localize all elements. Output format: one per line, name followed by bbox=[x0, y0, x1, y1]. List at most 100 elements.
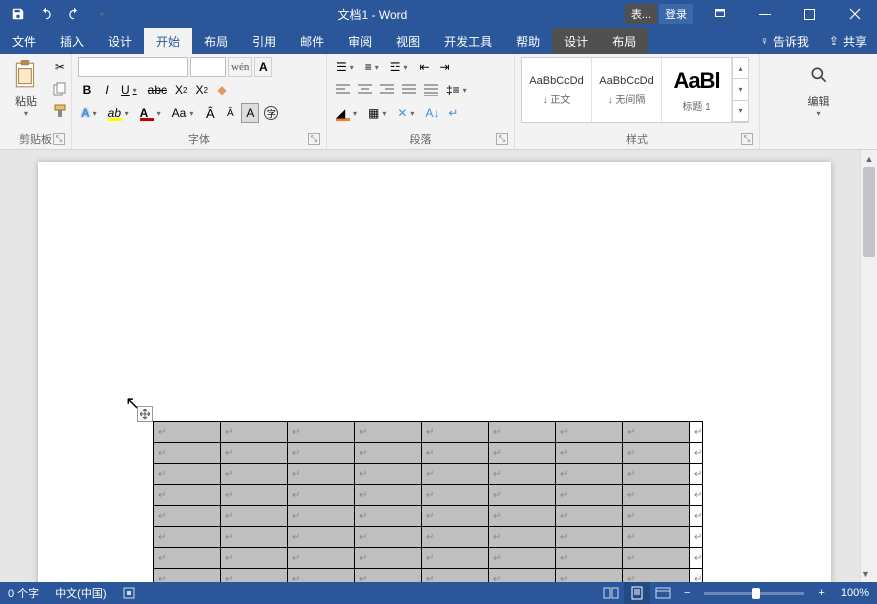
table-move-handle[interactable] bbox=[137, 406, 153, 422]
table-cell[interactable]: ↵ bbox=[288, 464, 355, 485]
char-border[interactable]: A bbox=[241, 103, 259, 123]
bullets[interactable]: ☰ bbox=[333, 57, 360, 77]
view-web[interactable] bbox=[650, 582, 676, 604]
table-cell[interactable]: ↵ bbox=[690, 506, 703, 527]
table-cell[interactable]: ↵ bbox=[623, 464, 690, 485]
table-cell[interactable]: ↵ bbox=[288, 569, 355, 583]
table-cell[interactable]: ↵ bbox=[288, 422, 355, 443]
table-cell[interactable]: ↵ bbox=[154, 548, 221, 569]
tab-devtools[interactable]: 开发工具 bbox=[432, 28, 504, 54]
sort[interactable]: A↓ bbox=[422, 103, 442, 123]
table-cell[interactable]: ↵ bbox=[355, 422, 422, 443]
table-cell[interactable]: ↵ bbox=[154, 527, 221, 548]
table-cell[interactable]: ↵ bbox=[556, 464, 623, 485]
maximize-button[interactable] bbox=[787, 0, 832, 28]
font-name-combo[interactable] bbox=[78, 57, 188, 77]
table-cell[interactable]: ↵ bbox=[154, 422, 221, 443]
table-cell[interactable]: ↵ bbox=[690, 443, 703, 464]
tell-me[interactable]: ♀告诉我 bbox=[750, 28, 819, 54]
table-cell[interactable]: ↵ bbox=[623, 422, 690, 443]
tab-mailings[interactable]: 邮件 bbox=[288, 28, 336, 54]
zoom-level[interactable]: 100% bbox=[833, 587, 877, 599]
table-cell[interactable]: ↵ bbox=[556, 506, 623, 527]
table-cell[interactable]: ↵ bbox=[288, 443, 355, 464]
table-cell[interactable]: ↵ bbox=[690, 548, 703, 569]
superscript-button[interactable]: X2 bbox=[193, 80, 211, 100]
table-cell[interactable]: ↵ bbox=[355, 569, 422, 583]
scroll-up[interactable]: ▲ bbox=[861, 150, 877, 167]
share-button[interactable]: ⇪共享 bbox=[819, 28, 877, 54]
table-cell[interactable]: ↵ bbox=[422, 485, 489, 506]
table-cell[interactable]: ↵ bbox=[690, 464, 703, 485]
table-cell[interactable]: ↵ bbox=[221, 422, 288, 443]
zoom-slider[interactable] bbox=[704, 592, 804, 595]
table-cell[interactable]: ↵ bbox=[489, 569, 556, 583]
font-shrink-a[interactable]: Ǎ bbox=[221, 103, 239, 123]
table-cell[interactable]: ↵ bbox=[556, 527, 623, 548]
table-cell[interactable]: ↵ bbox=[154, 464, 221, 485]
table-cell[interactable]: ↵ bbox=[355, 548, 422, 569]
tab-view[interactable]: 视图 bbox=[384, 28, 432, 54]
table-cell[interactable]: ↵ bbox=[623, 527, 690, 548]
align-justify[interactable] bbox=[399, 80, 419, 100]
table-cell[interactable]: ↵ bbox=[288, 527, 355, 548]
grow-font[interactable]: wén bbox=[228, 57, 252, 77]
table-cell[interactable]: ↵ bbox=[489, 506, 556, 527]
save-button[interactable] bbox=[4, 0, 32, 28]
table-cell[interactable]: ↵ bbox=[489, 464, 556, 485]
table-cell[interactable]: ↵ bbox=[355, 464, 422, 485]
multilevel[interactable]: ☲ bbox=[387, 57, 414, 77]
table-cell[interactable]: ↵ bbox=[489, 548, 556, 569]
table-cell[interactable]: ↵ bbox=[422, 527, 489, 548]
tab-table-layout[interactable]: 布局 bbox=[600, 28, 648, 54]
table-cell[interactable]: ↵ bbox=[355, 527, 422, 548]
table-cell[interactable]: ↵ bbox=[422, 569, 489, 583]
redo-button[interactable] bbox=[60, 0, 88, 28]
minimize-button[interactable] bbox=[742, 0, 787, 28]
paste-button[interactable]: 粘贴 bbox=[6, 57, 46, 120]
table-cell[interactable]: ↵ bbox=[556, 422, 623, 443]
style-item[interactable]: AaBbCcDd↓ 无间隔 bbox=[592, 58, 662, 122]
table-cell[interactable]: ↵ bbox=[154, 569, 221, 583]
table-cell[interactable]: ↵ bbox=[288, 485, 355, 506]
view-read[interactable] bbox=[598, 582, 624, 604]
table-cell[interactable]: ↵ bbox=[355, 443, 422, 464]
tab-insert[interactable]: 插入 bbox=[48, 28, 96, 54]
clipboard-launcher[interactable]: ⤡ bbox=[53, 133, 65, 145]
table-cell[interactable]: ↵ bbox=[623, 548, 690, 569]
tab-file[interactable]: 文件 bbox=[0, 28, 48, 54]
strike-button[interactable]: abc bbox=[145, 80, 170, 100]
close-button[interactable] bbox=[832, 0, 877, 28]
font-grow-a[interactable]: Â bbox=[201, 103, 219, 123]
distributed[interactable] bbox=[421, 80, 441, 100]
font-launcher[interactable]: ⤡ bbox=[308, 133, 320, 145]
italic-button[interactable]: I bbox=[98, 80, 116, 100]
styles-gallery[interactable]: AaBbCcDd↓ 正文AaBbCcDd↓ 无间隔AaBl标题 1▴▾▾ bbox=[521, 57, 749, 123]
asian-layout[interactable]: ✕ bbox=[394, 103, 420, 123]
table-cell[interactable]: ↵ bbox=[355, 506, 422, 527]
format-painter[interactable] bbox=[50, 101, 70, 121]
scroll-thumb[interactable] bbox=[863, 167, 875, 257]
view-print[interactable] bbox=[624, 582, 650, 604]
align-center[interactable] bbox=[355, 80, 375, 100]
table-cell[interactable]: ↵ bbox=[422, 548, 489, 569]
table-cell[interactable]: ↵ bbox=[489, 527, 556, 548]
tab-table-design[interactable]: 设计 bbox=[552, 28, 600, 54]
font-size-combo[interactable] bbox=[190, 57, 226, 77]
paste-dropdown[interactable] bbox=[21, 109, 31, 118]
zoom-out[interactable]: − bbox=[676, 587, 698, 599]
table-cell[interactable]: ↵ bbox=[154, 506, 221, 527]
shrink-font[interactable]: A bbox=[254, 57, 272, 77]
style-item[interactable]: AaBbCcDd↓ 正文 bbox=[522, 58, 592, 122]
table-cell[interactable]: ↵ bbox=[623, 485, 690, 506]
tab-help[interactable]: 帮助 bbox=[504, 28, 552, 54]
change-case[interactable]: Aa bbox=[169, 103, 200, 123]
tab-layout[interactable]: 布局 bbox=[192, 28, 240, 54]
styles-launcher[interactable]: ⤡ bbox=[741, 133, 753, 145]
document-table[interactable]: ↵↵↵↵↵↵↵↵↵↵↵↵↵↵↵↵↵↵↵↵↵↵↵↵↵↵↵↵↵↵↵↵↵↵↵↵↵↵↵↵… bbox=[153, 421, 703, 582]
borders[interactable]: ▦ bbox=[365, 103, 392, 123]
subscript-button[interactable]: X2 bbox=[172, 80, 190, 100]
table-cell[interactable]: ↵ bbox=[221, 548, 288, 569]
table-cell[interactable]: ↵ bbox=[623, 506, 690, 527]
table-cell[interactable]: ↵ bbox=[556, 485, 623, 506]
